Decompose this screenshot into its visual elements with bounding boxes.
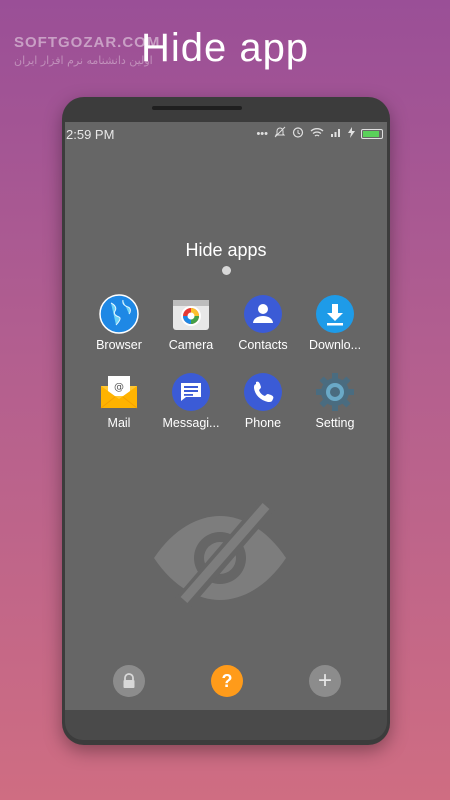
watermark: SOFTGOZAR.COM xyxy=(14,34,161,51)
phone-screen: 2:59 PM ••• Hide apps Browser Camera Con… xyxy=(65,122,387,710)
app-browser[interactable]: Browser xyxy=(79,294,159,352)
status-icons: ••• xyxy=(256,126,383,142)
contacts-icon xyxy=(243,294,283,334)
lock-icon xyxy=(123,673,135,688)
app-camera[interactable]: Camera xyxy=(151,294,231,352)
add-app-button[interactable]: + xyxy=(309,665,341,697)
wifi-icon xyxy=(310,127,324,142)
signal-icon xyxy=(330,127,342,142)
status-bar: 2:59 PM ••• xyxy=(65,122,387,144)
app-label: Setting xyxy=(315,416,355,430)
app-messaging[interactable]: Messagi... xyxy=(151,372,231,430)
camera-icon xyxy=(171,294,211,334)
phone-chin xyxy=(65,710,387,740)
app-downloads[interactable]: Downlo... xyxy=(295,294,375,352)
app-label: Browser xyxy=(96,338,142,352)
mail-icon: @ xyxy=(99,372,139,412)
svg-text:@: @ xyxy=(114,382,124,393)
status-time: 2:59 PM xyxy=(66,127,115,142)
app-contacts[interactable]: Contacts xyxy=(223,294,303,352)
battery-icon xyxy=(361,129,383,139)
alarm-icon xyxy=(292,126,304,142)
gear-icon xyxy=(315,372,355,412)
app-label: Camera xyxy=(168,338,214,352)
app-label: Mail xyxy=(107,416,131,430)
app-label: Contacts xyxy=(238,338,288,352)
download-icon xyxy=(315,294,355,334)
globe-icon xyxy=(99,294,139,334)
lock-button[interactable] xyxy=(113,665,145,697)
app-label: Messagi... xyxy=(162,416,220,430)
phone-icon xyxy=(243,372,283,412)
app-mail[interactable]: @ Mail xyxy=(79,372,159,430)
page-indicator xyxy=(222,266,231,275)
watermark-subtitle: اولین دانشنامه نرم افزار ایران xyxy=(14,54,153,67)
app-label: Downlo... xyxy=(308,338,362,352)
screen-title: Hide apps xyxy=(185,240,267,260)
more-dots-icon: ••• xyxy=(256,128,268,140)
message-icon xyxy=(171,372,211,412)
phone-speaker xyxy=(152,106,242,110)
charging-icon xyxy=(348,126,355,142)
app-settings[interactable]: Setting xyxy=(295,372,375,430)
hidden-eye-icon xyxy=(150,498,290,610)
mute-icon xyxy=(274,126,286,142)
app-label: Phone xyxy=(244,416,282,430)
app-phone[interactable]: Phone xyxy=(223,372,303,430)
help-button[interactable]: ? xyxy=(211,665,243,697)
